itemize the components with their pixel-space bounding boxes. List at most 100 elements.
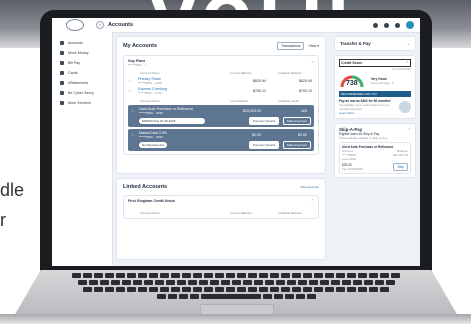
linked-accounts-title: Linked Accounts bbox=[123, 184, 168, 190]
sidebar-item-label: Bill Pay bbox=[68, 61, 80, 65]
loan-mask: ******0000 – 4030 bbox=[139, 111, 163, 115]
available-credit: N/A bbox=[301, 109, 307, 113]
header-available-balance: Available Balance bbox=[278, 211, 302, 215]
due-badge: No Payment due bbox=[139, 142, 168, 148]
view-dropdown[interactable]: View ▾ bbox=[308, 44, 319, 48]
laptop-screen: « Accounts Accounts Move Money Bill Pay … bbox=[52, 18, 420, 266]
learn-more-link[interactable]: Learn More bbox=[339, 111, 396, 115]
available-credit: $0.00 bbox=[298, 133, 307, 137]
transfer-pay-title: Transfer & Pay bbox=[340, 41, 371, 46]
sidebar-item-estatements[interactable]: eStatements bbox=[52, 78, 112, 88]
transfer-icon bbox=[60, 51, 64, 55]
my-accounts-card: My Accounts Transactions View ▾ Guy Plan… bbox=[116, 36, 326, 174]
linked-institution-name: First Gingham Credit Union bbox=[128, 199, 175, 203]
balance-value: $33,000.00 bbox=[392, 153, 408, 157]
header-current-balance: Current Balance bbox=[230, 71, 252, 75]
sidebar-item-accounts[interactable]: Accounts bbox=[52, 38, 112, 48]
payment-details-button[interactable]: Payment Details bbox=[249, 141, 279, 149]
main-content: My Accounts Transactions View ▾ Guy Plan… bbox=[116, 36, 326, 266]
chevron-up-icon[interactable]: ⌃ bbox=[311, 61, 314, 65]
loan-row[interactable]: ♡ Used Auto Purchase or Refinance ******… bbox=[128, 105, 314, 127]
top-bar: « Accounts bbox=[52, 18, 420, 33]
header-account-name: Account Name bbox=[140, 211, 160, 215]
sidebar-item-label: eStatements bbox=[68, 81, 89, 85]
current-balance: $700.12 bbox=[253, 89, 266, 93]
linked-institution-panel: First Gingham Credit Union ⌃ Account Nam… bbox=[123, 195, 319, 219]
sidebar-item-bill-pay[interactable]: Bill Pay bbox=[52, 58, 112, 68]
institution-mask: ******0000 · ⓘ bbox=[128, 63, 148, 67]
eligible-sub: Total available eligible to Skip-A-Pay bbox=[339, 136, 388, 140]
heart-icon[interactable]: ♡ bbox=[128, 89, 138, 93]
fee-label: Fee 07/09/2025 bbox=[342, 167, 364, 171]
offer-illustration bbox=[399, 101, 411, 113]
hide-accounts-link[interactable]: hide Accounts bbox=[300, 185, 319, 189]
sidebar: Accounts Move Money Bill Pay Cards eStat… bbox=[52, 32, 113, 266]
chevron-up-icon[interactable]: ⌃ bbox=[311, 199, 314, 203]
sidebar-item-move-money[interactable]: Move Money bbox=[52, 48, 112, 58]
linked-accounts-card: Linked Accounts hide Accounts First Ging… bbox=[116, 178, 326, 260]
mail-icon[interactable] bbox=[384, 22, 389, 28]
account-row[interactable]: ♡ Primary Share ******0000 – 1000 $620.9… bbox=[128, 77, 314, 85]
keyboard bbox=[48, 273, 424, 301]
skip-button[interactable]: Skip bbox=[393, 163, 408, 171]
home-icon bbox=[60, 41, 64, 45]
current-balance: $620.94 bbox=[253, 79, 266, 83]
loan-balance: $0.00 bbox=[252, 133, 261, 137]
available-balance: $620.94 bbox=[299, 79, 312, 83]
logo[interactable] bbox=[66, 19, 84, 31]
chevron-down-icon[interactable]: ⌄ bbox=[407, 42, 410, 46]
institution-panel: Guy Plant ******0000 · ⓘ ⌃ Account Name … bbox=[123, 55, 319, 155]
laptop-shadow bbox=[0, 314, 471, 324]
chevron-up-icon[interactable]: ⌃ bbox=[406, 61, 409, 65]
account-mask: ******0000 – 1000 bbox=[138, 81, 162, 85]
header-available-credit: Available Credit bbox=[278, 99, 299, 103]
header-account-name: Account Name bbox=[140, 71, 160, 75]
loan-balance: $33,000.00 bbox=[243, 109, 261, 113]
heart-icon[interactable]: ♡ bbox=[128, 79, 138, 83]
heart-icon[interactable]: ♡ bbox=[131, 109, 139, 113]
credit-score-title: Credit Score bbox=[341, 61, 363, 65]
credit-score-card: Credit Score ⌃ as of 07/09/25 738 Very G… bbox=[334, 55, 416, 119]
score-change-value: 0 bbox=[391, 81, 394, 85]
account-row[interactable]: ♡ Express Checking ******0000 – 1760 $70… bbox=[128, 87, 314, 95]
chevron-up-icon[interactable]: ⌃ bbox=[408, 128, 411, 132]
make-payment-button[interactable]: Make Payment bbox=[282, 117, 311, 125]
loan-row[interactable]: ♡ MasterCard 3.9% ******0000 – 4050 $0.0… bbox=[128, 129, 314, 151]
shield-icon bbox=[60, 91, 64, 95]
available-balance: $700.12 bbox=[299, 89, 312, 93]
payment-details-button[interactable]: Payment Details bbox=[249, 117, 279, 125]
credit-score-date: as of 07/09/25 bbox=[391, 67, 411, 71]
header-current-balance: Current Balance bbox=[230, 211, 252, 215]
make-payment-button[interactable]: Make Payment bbox=[282, 141, 311, 149]
offer-note: Consolidate your credit cards into one m… bbox=[339, 103, 390, 111]
notification-icon[interactable] bbox=[395, 22, 400, 28]
chat-icon[interactable] bbox=[373, 22, 378, 28]
sidebar-item-cards[interactable]: Cards bbox=[52, 68, 112, 78]
my-accounts-title: My Accounts bbox=[123, 43, 158, 49]
header-account-name: Account Name bbox=[140, 99, 160, 103]
transfer-pay-card[interactable]: Transfer & Pay ⌄ bbox=[334, 36, 416, 51]
header-loan-balance: Loan Balance bbox=[230, 99, 249, 103]
avatar[interactable] bbox=[406, 21, 414, 29]
sidebar-item-cyber-savvy[interactable]: Be Cyber Savvy bbox=[52, 88, 112, 98]
left-text-line-2: r bbox=[0, 210, 6, 230]
recommended-banner: RECOMMENDED FOR YOU bbox=[339, 91, 411, 97]
transactions-button[interactable]: Transactions bbox=[277, 42, 305, 50]
sidebar-item-label: Move Money bbox=[68, 51, 89, 55]
heart-icon[interactable]: ♡ bbox=[131, 133, 139, 137]
skip-a-pay-card: Skip-A-Pay ⌃ Eligible loans for Skip-A-P… bbox=[334, 123, 416, 178]
loan-label: Loan 4030 bbox=[342, 157, 357, 161]
collapse-menu-button[interactable]: « bbox=[96, 21, 104, 29]
right-panel: Transfer & Pay ⌄ Credit Score ⌃ as of 07… bbox=[334, 36, 416, 178]
sidebar-item-label: Cards bbox=[68, 71, 78, 75]
sidebar-item-label: Accounts bbox=[68, 41, 83, 45]
bill-icon bbox=[60, 61, 64, 65]
loan-mask: ******0000 – 4050 bbox=[139, 135, 163, 139]
sidebar-item-more-services[interactable]: More Services bbox=[52, 98, 112, 108]
more-icon bbox=[60, 101, 64, 105]
header-available-balance: Available Balance bbox=[278, 71, 302, 75]
left-text-line-1: dle bbox=[0, 180, 25, 200]
score-change-label: Score Change bbox=[370, 81, 390, 85]
account-mask: ******0000 – 1760 bbox=[138, 91, 162, 95]
card-icon bbox=[60, 71, 64, 75]
